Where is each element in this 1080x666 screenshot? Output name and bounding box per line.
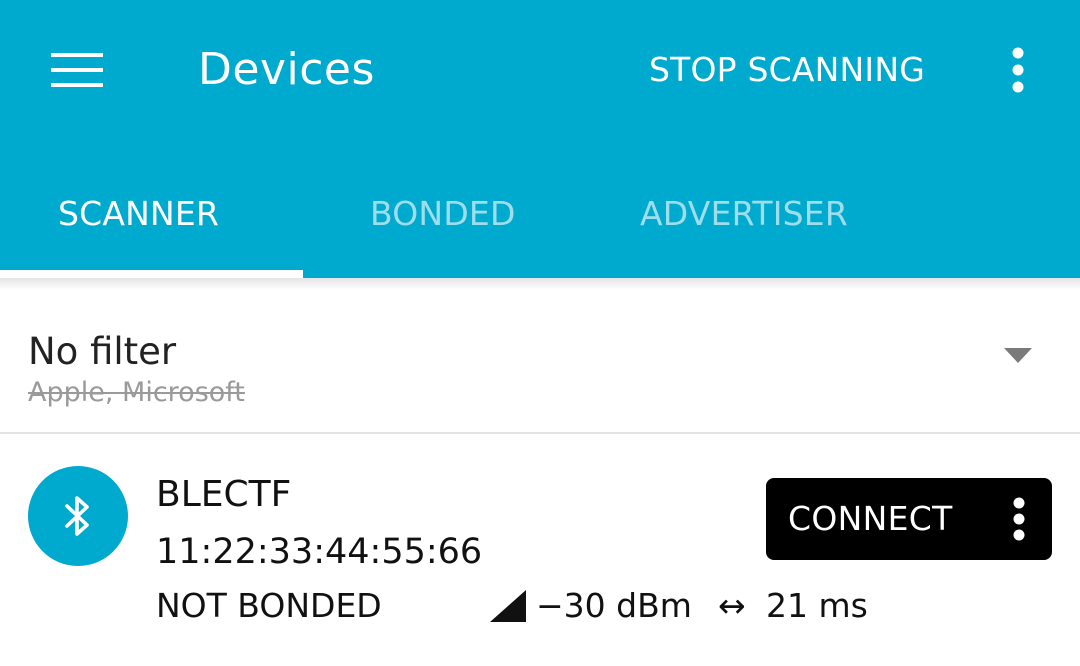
bond-state: NOT BONDED bbox=[156, 586, 382, 625]
tab-scanner[interactable]: SCANNER bbox=[58, 178, 219, 250]
excluded-manufacturers: Apple, Microsoft bbox=[28, 377, 245, 408]
app-bar: Devices STOP SCANNING SCANNER BONDED ADV… bbox=[0, 0, 1080, 278]
more-vert-icon bbox=[1012, 47, 1024, 93]
nrf-connect-screen: Devices STOP SCANNING SCANNER BONDED ADV… bbox=[0, 0, 1080, 666]
device-list-item[interactable]: BLECTF 11:22:33:44:55:66 NOT BONDED −30 … bbox=[0, 434, 1080, 666]
device-address: 11:22:33:44:55:66 bbox=[156, 532, 483, 572]
overflow-menu-button[interactable] bbox=[992, 38, 1044, 102]
stop-scanning-button[interactable]: STOP SCANNING bbox=[614, 42, 960, 98]
page-title: Devices bbox=[198, 44, 375, 95]
menu-button[interactable] bbox=[40, 38, 114, 102]
app-bar-shadow bbox=[0, 278, 1080, 290]
filter-title: No filter bbox=[28, 330, 177, 373]
active-tab-indicator bbox=[0, 270, 303, 278]
device-avatar bbox=[28, 466, 128, 566]
hamburger-menu-icon bbox=[51, 53, 103, 87]
arrow-drop-down-icon bbox=[1004, 348, 1032, 363]
device-more-button[interactable] bbox=[1004, 496, 1034, 542]
tab-bonded[interactable]: BONDED bbox=[370, 178, 516, 250]
connect-button[interactable]: CONNECT bbox=[766, 478, 1052, 560]
rssi-value: −30 dBm bbox=[536, 586, 692, 625]
interval-icon: ↔ bbox=[718, 586, 746, 625]
filter-dropdown[interactable]: No filter Apple, Microsoft bbox=[0, 290, 1080, 432]
bluetooth-icon bbox=[65, 496, 89, 536]
more-vert-icon bbox=[1013, 497, 1025, 541]
connect-button-label: CONNECT bbox=[788, 499, 953, 538]
tab-advertiser[interactable]: ADVERTISER bbox=[640, 178, 848, 250]
signal-strength-icon bbox=[490, 590, 526, 622]
device-name: BLECTF bbox=[156, 474, 292, 515]
advertising-interval: 21 ms bbox=[766, 586, 868, 625]
